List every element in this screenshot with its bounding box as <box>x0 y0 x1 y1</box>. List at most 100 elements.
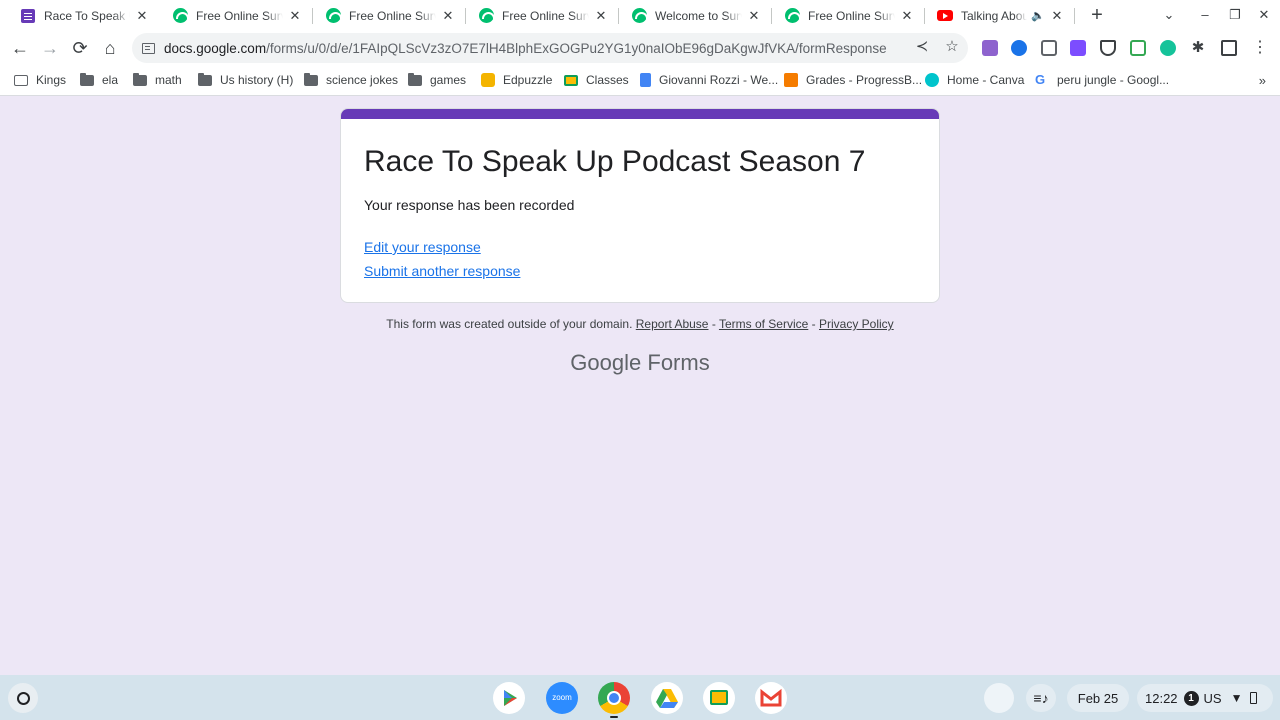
form-footer: This form was created outside of your do… <box>0 317 1280 331</box>
bookmark-kings[interactable]: Kings <box>14 71 66 89</box>
apps-icon <box>14 74 28 86</box>
bookmark-games[interactable]: games <box>408 71 466 89</box>
back-button[interactable]: ← <box>8 36 32 60</box>
minimize-button[interactable]: – <box>1195 5 1215 25</box>
new-tab-button[interactable]: + <box>1086 4 1108 26</box>
close-icon[interactable]: ✕ <box>134 8 150 24</box>
tab-free-online-survey[interactable]: Free Online Survey ✕ <box>313 0 466 31</box>
clock-time: 12:22 <box>1145 690 1178 706</box>
folder-icon <box>304 72 318 86</box>
tab-welcome-to-surveymonkey[interactable]: Welcome to SurveyMonkey ✕ <box>619 0 772 31</box>
bookmark-edpuzzle[interactable]: Edpuzzle <box>481 71 552 89</box>
launcher-button[interactable] <box>8 683 38 713</box>
close-icon[interactable]: ✕ <box>899 8 915 24</box>
folder-icon <box>198 72 212 86</box>
url-text[interactable]: docs.google.com/forms/u/0/d/e/1FAIpQLScV… <box>164 41 887 56</box>
edpuzzle-icon <box>481 73 495 87</box>
system-shelf: zoom ≡♪ Feb 25 12:22 1 US ▼ <box>0 675 1280 720</box>
forward-button[interactable]: → <box>38 36 62 60</box>
google-forms-logo[interactable]: Google Forms <box>0 350 1280 376</box>
bookmark-giovanni-rozzi[interactable]: Giovanni Rozzi - We... <box>640 71 778 89</box>
close-icon[interactable]: ✕ <box>440 8 456 24</box>
bookmark-home-canva[interactable]: Home - Canva <box>925 71 1024 89</box>
close-icon[interactable]: ✕ <box>593 8 609 24</box>
gmail-icon[interactable] <box>755 682 787 714</box>
extension-blue-circle-icon[interactable] <box>1011 40 1027 56</box>
phone-hub-icon[interactable] <box>984 683 1014 713</box>
grammarly-icon[interactable] <box>1160 40 1176 56</box>
report-abuse-link[interactable]: Report Abuse <box>636 317 709 331</box>
canva-icon <box>925 73 939 87</box>
site-info-icon[interactable] <box>142 42 155 54</box>
extension-shield-icon[interactable] <box>1100 40 1116 56</box>
tab-title: Welcome to SurveyMonkey <box>655 8 742 23</box>
bookmark-peru-jungle[interactable]: Gperu jungle - Googl... <box>1035 71 1169 89</box>
tab-title: Free Online Survey <box>349 8 436 23</box>
bookmark-ela[interactable]: ela <box>80 71 118 89</box>
side-panel-icon[interactable] <box>1221 40 1237 56</box>
extension-green-book-icon[interactable] <box>1130 40 1146 56</box>
bookmark-classes[interactable]: Classes <box>564 71 629 89</box>
privacy-policy-link[interactable]: Privacy Policy <box>819 317 894 331</box>
close-icon[interactable]: ✕ <box>746 8 762 24</box>
docs-icon <box>640 73 651 87</box>
terms-of-service-link[interactable]: Terms of Service <box>719 317 808 331</box>
extension-puzzle-purple-icon[interactable] <box>982 40 998 56</box>
domain-notice: This form was created outside of your do… <box>386 317 633 331</box>
audio-playing-icon[interactable]: 🔈 <box>1031 9 1045 22</box>
bookmark-grades-progressbook[interactable]: Grades - ProgressB... <box>784 71 922 89</box>
home-button[interactable]: ⌂ <box>98 36 122 60</box>
zoom-icon[interactable]: zoom <box>546 682 578 714</box>
tab-free-online-survey[interactable]: Free Online Survey ✕ <box>466 0 619 31</box>
footer-separator: - <box>811 317 816 331</box>
share-icon[interactable]: ≺ <box>913 38 931 56</box>
submit-another-response-link[interactable]: Submit another response <box>364 263 520 279</box>
chrome-icon[interactable] <box>598 682 630 714</box>
input-method-label: US <box>1203 690 1222 706</box>
tab-title: Talking About <box>961 8 1028 23</box>
tab-free-online-survey[interactable]: Free Online Survey ✕ <box>160 0 313 31</box>
tab-search-chevron-icon[interactable]: ⌄ <box>1159 5 1179 25</box>
surveymonkey-icon <box>478 8 495 24</box>
bookmark-us-history[interactable]: Us history (H) <box>198 71 293 89</box>
tab-race-to-speak-up[interactable]: Race To Speak Up Podcast Season 7 ✕ <box>8 0 160 31</box>
bookmark-star-icon[interactable]: ☆ <box>943 38 961 56</box>
surveymonkey-icon <box>172 8 189 24</box>
tab-free-online-survey[interactable]: Free Online Survey ✕ <box>772 0 925 31</box>
extension-purple-square-icon[interactable] <box>1070 40 1086 56</box>
restore-button[interactable]: ❐ <box>1225 5 1245 25</box>
close-icon[interactable]: ✕ <box>1049 8 1065 24</box>
surveymonkey-icon <box>631 8 648 24</box>
folder-icon <box>133 72 147 86</box>
battery-icon <box>1249 692 1257 704</box>
bookmark-science-jokes[interactable]: science jokes <box>304 71 398 89</box>
tab-title: Race To Speak Up Podcast Season 7 <box>44 8 130 23</box>
tab-title: Free Online Survey <box>196 8 283 23</box>
surveymonkey-icon <box>325 8 342 24</box>
address-bar[interactable]: docs.google.com/forms/u/0/d/e/1FAIpQLScV… <box>132 33 968 63</box>
bookmark-math[interactable]: math <box>133 71 182 89</box>
media-controls-icon[interactable]: ≡♪ <box>1026 684 1056 712</box>
play-store-icon[interactable] <box>493 682 525 714</box>
form-title: Race To Speak Up Podcast Season 7 <box>364 145 866 178</box>
close-window-button[interactable]: ✕ <box>1254 5 1274 25</box>
bookmarks-overflow-icon[interactable]: » <box>1259 73 1266 88</box>
close-icon[interactable]: ✕ <box>287 8 303 24</box>
chrome-running-indicator <box>610 716 618 718</box>
google-drive-icon[interactable] <box>651 682 683 714</box>
status-tray[interactable]: 12:22 1 US ▼ <box>1137 684 1273 712</box>
extension-cast-icon[interactable] <box>1041 40 1057 56</box>
bookmarks-bar: Kings ela math Us history (H) science jo… <box>0 65 1280 96</box>
tab-strip: Race To Speak Up Podcast Season 7 ✕ Free… <box>0 0 1280 31</box>
date-tray[interactable]: Feb 25 <box>1067 684 1129 712</box>
classroom-icon <box>564 74 578 86</box>
google-classroom-icon[interactable] <box>703 682 735 714</box>
surveymonkey-icon <box>784 8 801 24</box>
tab-talking-about[interactable]: Talking About 🔈 ✕ <box>925 0 1075 31</box>
reload-button[interactable]: ⟳ <box>68 36 92 60</box>
extensions-puzzle-icon[interactable]: ✱ <box>1190 40 1206 56</box>
google-forms-icon <box>20 8 36 24</box>
wifi-icon: ▼ <box>1230 691 1243 705</box>
more-menu-icon[interactable]: ⋮ <box>1252 40 1268 56</box>
edit-response-link[interactable]: Edit your response <box>364 239 481 255</box>
